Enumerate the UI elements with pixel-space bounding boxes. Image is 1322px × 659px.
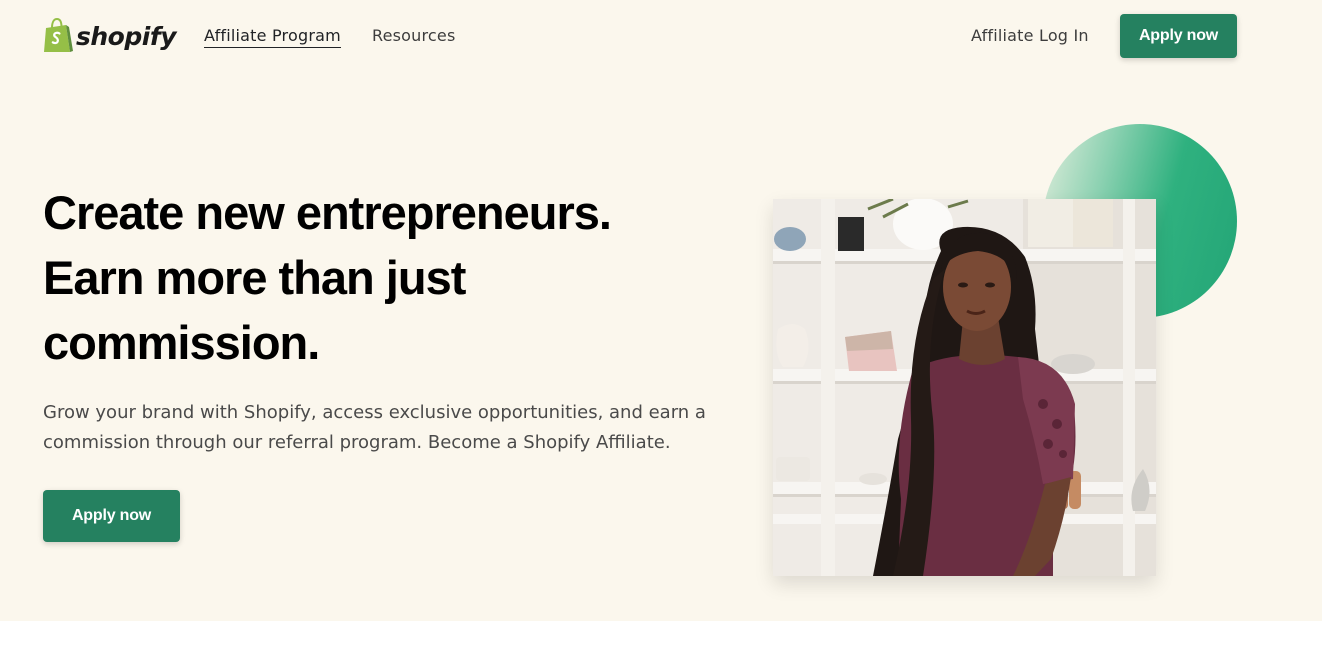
shopify-bag-icon: [42, 18, 74, 54]
next-section: [0, 621, 1322, 659]
hero-headline: Create new entrepreneurs. Earn more than…: [43, 180, 683, 375]
nav-affiliate-program[interactable]: Affiliate Program: [204, 26, 341, 48]
affiliate-login-link[interactable]: Affiliate Log In: [971, 26, 1089, 45]
hero-apply-now-button[interactable]: Apply now: [43, 490, 180, 542]
headline-line-2: Earn more than just: [43, 251, 466, 304]
headline-line-3: commission.: [43, 316, 320, 369]
top-navigation: shopify Affiliate Program Resources Affi…: [0, 0, 1322, 72]
header-apply-now-button[interactable]: Apply now: [1120, 14, 1237, 58]
nav-resources[interactable]: Resources: [372, 26, 456, 45]
hero-subtext: Grow your brand with Shopify, access exc…: [43, 402, 706, 453]
hero-section: shopify Affiliate Program Resources Affi…: [0, 0, 1322, 621]
shopify-logo[interactable]: shopify: [42, 18, 177, 54]
headline-line-1: Create new entrepreneurs.: [43, 186, 612, 239]
logo-wordmark: shopify: [76, 21, 177, 51]
hero-photo: [773, 199, 1156, 576]
